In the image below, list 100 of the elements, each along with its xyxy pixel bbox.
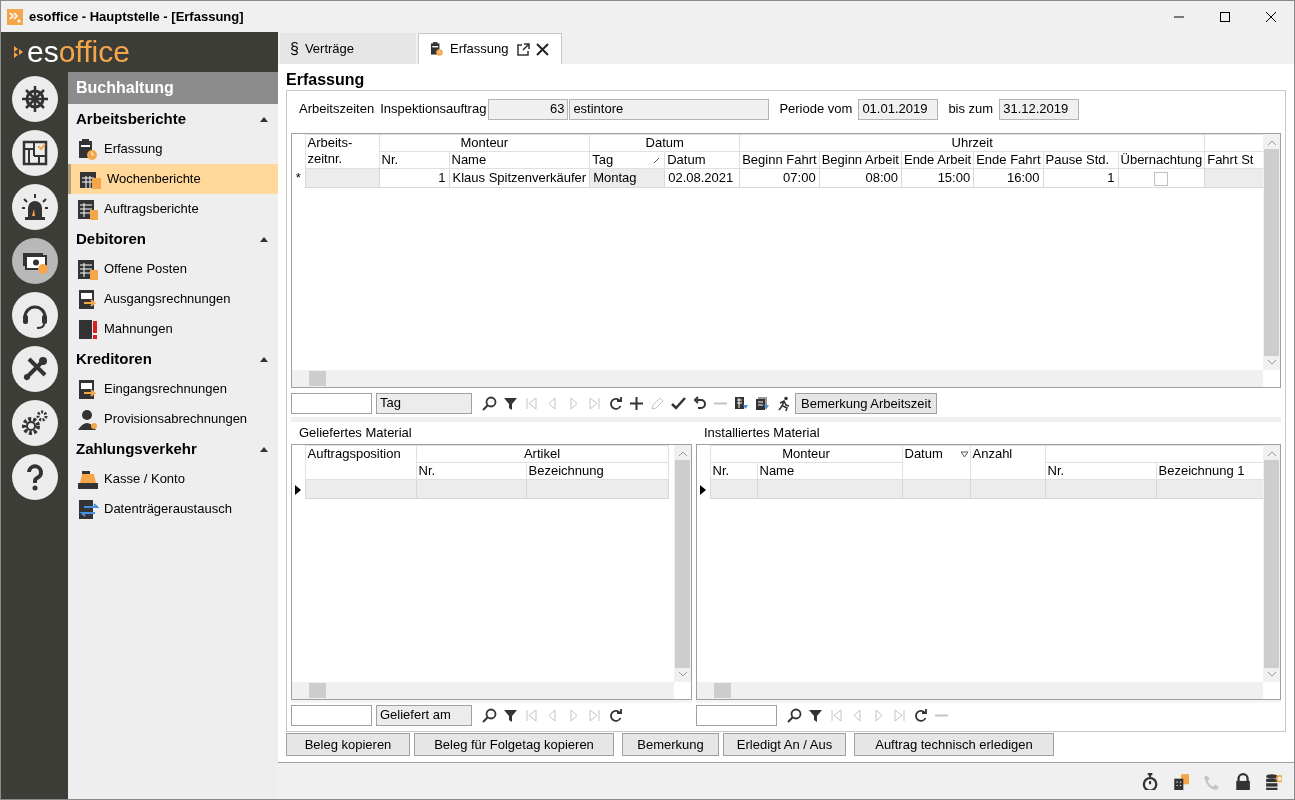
column-header[interactable]: Pause Std. <box>1043 151 1118 169</box>
search-field[interactable] <box>291 704 372 726</box>
column-header[interactable]: Datum <box>902 445 970 480</box>
rail-button[interactable] <box>11 454 58 500</box>
column-header[interactable]: Nr. <box>379 151 449 169</box>
page-title: Erfassung <box>286 70 366 90</box>
column-header[interactable]: Auftragsposition <box>305 445 416 480</box>
column-header[interactable]: Ende Fahrt <box>973 151 1043 169</box>
text-field[interactable]: 63 <box>488 98 569 120</box>
search-icon[interactable] <box>787 707 802 723</box>
action-button[interactable]: Bemerkung <box>622 733 719 756</box>
vertical-scrollbar[interactable] <box>1263 445 1280 682</box>
text-field[interactable]: 01.01.2019 <box>858 98 939 120</box>
filter-icon[interactable] <box>808 707 823 723</box>
column-header[interactable]: Name <box>449 151 590 169</box>
vertical-scrollbar[interactable] <box>674 445 691 682</box>
horizontal-scrollbar[interactable] <box>697 682 1263 699</box>
checkbox[interactable] <box>1154 171 1169 186</box>
nav-item[interactable]: Mahnungen <box>68 314 278 344</box>
filter-icon[interactable] <box>503 395 518 411</box>
column-header[interactable]: Übernachtung <box>1118 151 1205 169</box>
nav-section-header[interactable]: Debitoren <box>68 224 278 254</box>
nav-item[interactable]: Auftragsberichte <box>68 194 278 224</box>
logo-icon <box>13 44 25 60</box>
nav-item[interactable]: Wochenberichte <box>68 164 278 194</box>
action-button[interactable]: Auftrag technisch erledigen <box>854 733 1054 756</box>
stopwatch-icon[interactable] <box>1141 772 1158 790</box>
action-button[interactable]: Beleg kopieren <box>286 733 410 756</box>
tab[interactable]: Erfassung <box>418 33 562 64</box>
column-header[interactable]: Arbeits-zeitnr. <box>305 134 379 169</box>
rail-button[interactable] <box>11 292 58 338</box>
data-exchange-icon <box>76 497 99 521</box>
column-header[interactable]: Nr. <box>1045 462 1156 480</box>
rail-button[interactable] <box>11 76 58 122</box>
undo-icon[interactable] <box>692 395 707 411</box>
column-header[interactable]: Datum <box>664 151 740 169</box>
database-icon[interactable] <box>1265 772 1282 790</box>
invoice-icon <box>76 377 99 401</box>
sort-icon <box>653 156 661 164</box>
column-header[interactable]: Nr. <box>710 462 757 480</box>
table-cell: 07:00 <box>783 170 816 185</box>
close-icon[interactable] <box>535 42 549 56</box>
horizontal-scrollbar[interactable] <box>292 370 1263 387</box>
nav-section-header[interactable]: Arbeitsberichte <box>68 104 278 134</box>
table-cell: Klaus Spitzenverkäufer <box>452 170 587 185</box>
maximize-icon <box>1220 11 1230 22</box>
horizontal-scrollbar[interactable] <box>292 682 674 699</box>
refresh-icon[interactable] <box>608 395 623 411</box>
search-icon[interactable] <box>482 707 497 723</box>
nav-item[interactable]: Ausgangsrechnungen <box>68 284 278 314</box>
rail-button[interactable] <box>11 400 58 446</box>
check-icon[interactable] <box>671 395 686 411</box>
external-link-icon[interactable] <box>516 42 530 56</box>
running-figure-icon[interactable] <box>776 395 791 411</box>
column-header[interactable]: Bezeichnung <box>526 462 668 480</box>
column-header[interactable]: Anzahl <box>970 445 1045 480</box>
nav-item[interactable]: Datenträgeraustausch <box>68 494 278 524</box>
refresh-icon[interactable] <box>608 707 623 723</box>
nav-item[interactable]: Eingangsrechnungen <box>68 374 278 404</box>
scroll-up-icon <box>1267 140 1276 145</box>
table-copy-icon[interactable] <box>755 395 770 411</box>
nav-section-header[interactable]: Kreditoren <box>68 344 278 374</box>
logo: esoffice <box>27 37 130 67</box>
nav-item[interactable]: Provisionsabrechnungen <box>68 404 278 434</box>
table-export-icon[interactable] <box>734 395 749 411</box>
tab[interactable]: § Verträge <box>280 33 416 64</box>
plus-icon[interactable] <box>629 395 644 411</box>
action-button[interactable]: Beleg für Folgetag kopieren <box>414 733 614 756</box>
lock-icon[interactable] <box>1234 772 1251 790</box>
nav-item[interactable]: Offene Posten <box>68 254 278 284</box>
column-group-header: Monteur <box>379 134 590 152</box>
column-header[interactable]: Tag <box>589 151 665 169</box>
text-field[interactable]: 31.12.2019 <box>999 98 1080 120</box>
filter-icon[interactable] <box>503 707 518 723</box>
buildings-icon[interactable] <box>1172 772 1189 790</box>
nav-item[interactable]: Kasse / Konto <box>68 464 278 494</box>
nav-item[interactable]: Erfassung <box>68 134 278 164</box>
app-icon <box>7 8 23 25</box>
vertical-scrollbar[interactable] <box>1263 134 1280 370</box>
search-icon[interactable] <box>482 395 497 411</box>
nav-section-header[interactable]: Zahlungsverkehr <box>68 434 278 464</box>
rail-button[interactable] <box>11 346 58 392</box>
rail-button[interactable] <box>11 238 58 284</box>
panel-title: Installiertes Material <box>704 424 820 443</box>
column-header[interactable]: Ende Arbeit <box>901 151 974 169</box>
sort-icon <box>960 450 968 458</box>
search-field[interactable] <box>696 704 777 726</box>
rail-button[interactable] <box>11 184 58 230</box>
text-field[interactable]: estintore <box>569 98 770 120</box>
remark-button[interactable]: Bemerkung Arbeitszeit <box>795 392 938 414</box>
refresh-icon[interactable] <box>913 707 928 723</box>
search-field[interactable] <box>291 392 372 414</box>
rail-button[interactable] <box>11 130 58 176</box>
column-header[interactable]: Beginn Fahrt <box>739 151 820 169</box>
column-header[interactable]: Beginn Arbeit <box>819 151 902 169</box>
column-select[interactable]: Tag <box>376 392 472 414</box>
column-group-header: Monteur <box>710 445 902 463</box>
column-header[interactable]: Nr. <box>416 462 526 480</box>
column-select[interactable]: Geliefert am <box>376 704 472 726</box>
action-button[interactable]: Erledigt An / Aus <box>723 733 846 756</box>
